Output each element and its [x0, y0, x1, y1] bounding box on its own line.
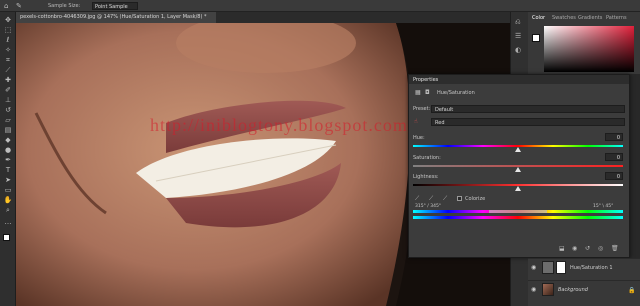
targeted-adjust-icon[interactable]: ☝	[414, 118, 418, 125]
more-tools-icon[interactable]: …	[3, 218, 13, 226]
adjustment-layer-thumb	[542, 261, 554, 274]
crop-icon[interactable]: ⌗	[3, 56, 13, 64]
lightness-thumb[interactable]	[515, 186, 521, 191]
eyedropper-tool-icon[interactable]: ✎	[16, 2, 22, 10]
properties-panel: Properties ▦ ◘ Hue/Saturation Preset: De…	[408, 74, 630, 258]
reset-icon[interactable]: ↺	[585, 245, 590, 252]
mask-icon[interactable]: ◘	[425, 89, 430, 96]
sample-size-label: Sample Size:	[48, 3, 81, 9]
range-selector[interactable]	[489, 210, 547, 213]
properties-panel-icon[interactable]: ☰	[515, 32, 521, 40]
type-icon[interactable]: T	[3, 166, 13, 174]
clip-to-layer-icon[interactable]: ⬓	[559, 245, 565, 252]
zoom-icon[interactable]: ⌕	[3, 206, 13, 214]
color-panel: Color Swatches Gradients Patterns	[528, 12, 640, 74]
saturation-label: Saturation:	[413, 155, 441, 161]
history-brush-icon[interactable]: ↺	[3, 106, 13, 114]
layers-panel: ◉ Hue/Saturation 1 ◉ Background 🔒	[528, 258, 640, 306]
document-tab[interactable]: pexels-cottonbro-4046309.jpg @ 147% (Hue…	[16, 12, 216, 23]
marquee-icon[interactable]: ⬚	[3, 26, 13, 34]
hand-icon[interactable]: ✋	[3, 196, 13, 204]
tab-swatches[interactable]: Swatches	[550, 14, 578, 22]
hue-value[interactable]: 0	[605, 133, 623, 141]
lasso-icon[interactable]: ℓ	[3, 36, 13, 44]
options-bar: ⌂ ✎ Sample Size: Point Sample	[0, 0, 640, 12]
eyedropper-icon[interactable]: ⟋	[3, 66, 13, 74]
document-tab-bar: pexels-cottonbro-4046309.jpg @ 147% (Hue…	[16, 12, 516, 23]
range-bar-bottom	[413, 216, 623, 219]
history-panel-icon[interactable]: ⎌	[515, 18, 521, 27]
eye-icon[interactable]: ◉	[531, 286, 536, 293]
visibility-icon[interactable]: ◎	[598, 245, 603, 252]
tab-patterns[interactable]: Patterns	[604, 14, 629, 22]
hue-thumb[interactable]	[515, 147, 521, 152]
path-select-icon[interactable]: ➤	[3, 176, 13, 184]
gradient-icon[interactable]: ▤	[3, 126, 13, 134]
layer-name: Hue/Saturation 1	[570, 265, 613, 271]
layer-name: Background	[558, 287, 588, 293]
sample-size-select[interactable]: Point Sample	[92, 2, 138, 10]
preset-select[interactable]: Default	[431, 105, 625, 113]
toolbar: ✥ ⬚ ℓ ✧ ⌗ ⟋ ✚ ✐ ⊥ ↺ ▱ ▤ ◆ ● ✒ T ➤ ▭ ✋ ⌕ …	[0, 12, 16, 306]
foreground-color-swatch[interactable]	[3, 234, 10, 241]
adjustment-name: Hue/Saturation	[437, 90, 475, 96]
lightness-value[interactable]: 0	[605, 172, 623, 180]
quick-select-icon[interactable]: ✧	[3, 46, 13, 54]
view-previous-icon[interactable]: ◉	[572, 245, 577, 252]
eye-icon[interactable]: ◉	[531, 264, 536, 271]
stamp-icon[interactable]: ⊥	[3, 96, 13, 104]
pen-icon[interactable]: ✒	[3, 156, 13, 164]
layer-mask-thumb[interactable]	[556, 261, 566, 274]
background-layer-thumb	[542, 283, 554, 296]
dodge-icon[interactable]: ●	[3, 146, 13, 154]
range-left-text: 315° / 345°	[415, 204, 442, 209]
delete-icon[interactable]: 🗑	[611, 245, 619, 252]
home-icon[interactable]: ⌂	[4, 2, 8, 10]
move-icon[interactable]: ✥	[3, 16, 13, 24]
adjustment-icon: ▦	[415, 89, 421, 96]
brush-icon[interactable]: ✐	[3, 86, 13, 94]
layer-row[interactable]: ◉ Background 🔒	[528, 280, 640, 298]
layer-row[interactable]: ◉ Hue/Saturation 1	[528, 258, 640, 276]
foreground-swatch[interactable]	[532, 34, 540, 42]
range-right-text: 15° \ 45°	[593, 204, 614, 209]
saturation-value[interactable]: 0	[605, 153, 623, 161]
adjustments-panel-icon[interactable]: ◐	[515, 46, 521, 54]
eyedropper-subtract-icon[interactable]: ⟋	[443, 195, 447, 203]
hue-label: Hue:	[413, 135, 425, 141]
tab-gradients[interactable]: Gradients	[576, 14, 604, 22]
eraser-icon[interactable]: ▱	[3, 116, 13, 124]
saturation-thumb[interactable]	[515, 167, 521, 172]
shape-icon[interactable]: ▭	[3, 186, 13, 194]
preset-label: Preset:	[413, 106, 431, 112]
colorize-checkbox[interactable]	[457, 196, 462, 201]
properties-title: Properties	[409, 75, 629, 84]
colorize-label: Colorize	[465, 196, 486, 202]
channel-select[interactable]: Red	[431, 118, 625, 126]
tab-color[interactable]: Color	[530, 14, 547, 22]
color-field[interactable]	[544, 26, 634, 72]
lightness-label: Lightness:	[413, 174, 439, 180]
healing-icon[interactable]: ✚	[3, 76, 13, 84]
watermark-text: http://iniblogtony.blogspot.com	[150, 115, 408, 135]
blur-icon[interactable]: ◆	[3, 136, 13, 144]
lock-icon: 🔒	[628, 287, 636, 294]
eyedropper-add-icon[interactable]: ⟋	[429, 195, 433, 203]
eyedropper-sample-icon[interactable]: ⟋	[415, 195, 419, 203]
